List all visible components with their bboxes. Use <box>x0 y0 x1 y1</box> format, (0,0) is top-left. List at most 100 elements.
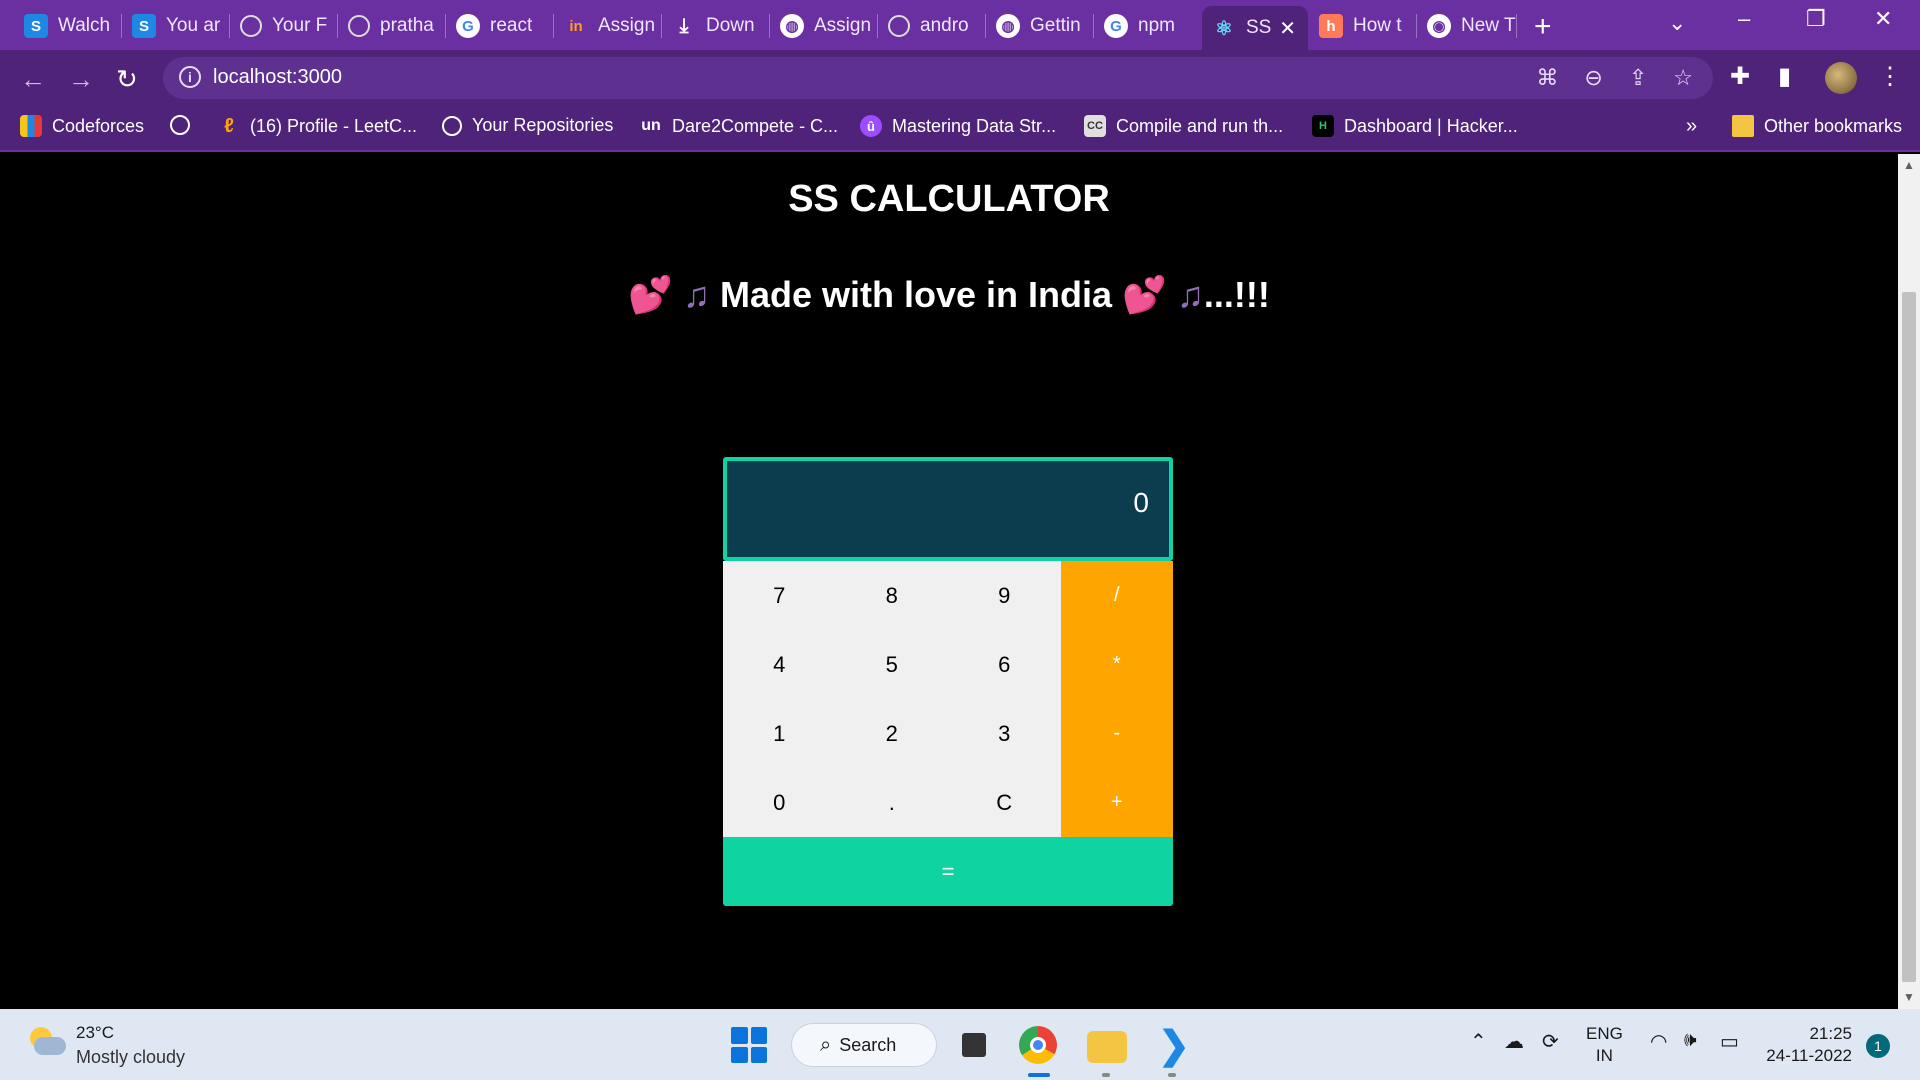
bookmark-compile-run[interactable]: CC Compile and run th... <box>1084 115 1283 137</box>
weather-temp[interactable]: 23°C <box>76 1023 114 1043</box>
tab-3[interactable]: pratha <box>338 8 446 44</box>
volume-icon[interactable]: 🕪 <box>1684 1029 1697 1052</box>
translate-icon[interactable]: ⌘ <box>1536 65 1558 91</box>
onedrive-icon[interactable]: ☁ <box>1504 1029 1524 1054</box>
tab-12[interactable]: h How t <box>1309 8 1417 44</box>
tab-5[interactable]: in Assign <box>554 8 662 44</box>
bookmark-star-icon[interactable]: ☆ <box>1673 65 1693 91</box>
taskbar-search[interactable]: ⌕ Search <box>791 1023 937 1067</box>
task-view-icon[interactable] <box>956 1025 996 1065</box>
key-add[interactable]: + <box>1060 768 1173 837</box>
react-icon: ⚛ <box>1215 17 1233 40</box>
s-icon: S <box>24 14 48 38</box>
url-text[interactable]: localhost:3000 <box>213 66 342 89</box>
vscode-running-indicator <box>1168 1073 1176 1077</box>
forward-button[interactable]: → <box>68 64 94 95</box>
display-value: 0 <box>1133 487 1149 518</box>
close-window-button[interactable]: ✕ <box>1874 6 1892 32</box>
key-7[interactable]: 7 <box>723 561 836 630</box>
github-icon <box>170 115 190 135</box>
bookmark-mastering-ds[interactable]: û Mastering Data Str... <box>860 115 1056 137</box>
vertical-scrollbar[interactable]: ▲ ▼ <box>1898 154 1920 1009</box>
tab-4[interactable]: Greact <box>446 8 554 44</box>
new-tab-button[interactable]: + <box>1534 10 1552 44</box>
restore-button[interactable]: ❐ <box>1806 6 1826 32</box>
tray-overflow-icon[interactable]: ⌃ <box>1470 1029 1487 1054</box>
side-panel-icon[interactable]: ▮ <box>1778 62 1791 91</box>
key-5[interactable]: 5 <box>835 630 948 699</box>
key-4[interactable]: 4 <box>723 630 836 699</box>
chrome-taskbar-icon[interactable] <box>1019 1026 1057 1064</box>
start-button[interactable] <box>731 1027 767 1063</box>
equals-button[interactable]: = <box>723 837 1173 906</box>
scroll-up-icon[interactable]: ▲ <box>1903 158 1915 172</box>
profile-avatar[interactable] <box>1825 62 1857 94</box>
tab-11-active[interactable]: ⚛ SS ✕ <box>1202 6 1308 50</box>
tab-10[interactable]: Gnpm <box>1094 8 1202 44</box>
tab-search-icon[interactable]: ⌄ <box>1668 10 1686 36</box>
key-1[interactable]: 1 <box>723 699 836 768</box>
hearts-icon: 💕 <box>628 274 673 315</box>
tab-13[interactable]: ◉ New T <box>1417 8 1517 44</box>
hubspot-icon: h <box>1319 14 1343 38</box>
vscode-icon[interactable] <box>1152 1023 1192 1068</box>
bookmark-repositories[interactable]: Your Repositories <box>442 115 613 136</box>
battery-icon[interactable]: ▭ <box>1720 1029 1739 1054</box>
close-tab-icon[interactable]: ✕ <box>1279 16 1296 41</box>
tab-1[interactable]: S You ar <box>122 8 230 44</box>
key-subtract[interactable]: - <box>1060 699 1173 768</box>
key-8[interactable]: 8 <box>835 561 948 630</box>
tab-strip: S Walch S You ar Your F pratha Greact in As… <box>0 0 1920 50</box>
bookmarks-bar: Codeforces ℓ (16) Profile - LeetC... Your… <box>0 106 1920 152</box>
tab-7[interactable]: ◍ Assign <box>770 8 878 44</box>
minimize-button[interactable]: – <box>1738 6 1750 32</box>
key-6[interactable]: 6 <box>948 630 1061 699</box>
folder-icon <box>1732 115 1754 137</box>
key-divide[interactable]: / <box>1060 561 1173 630</box>
key-2[interactable]: 2 <box>835 699 948 768</box>
bookmark-github[interactable] <box>170 115 200 135</box>
sync-icon[interactable]: ⟳ <box>1542 1029 1559 1054</box>
clock[interactable]: 21:25 24-11-2022 <box>1766 1023 1852 1067</box>
share-icon[interactable]: ⇪ <box>1629 65 1647 91</box>
key-clear[interactable]: C <box>948 768 1061 837</box>
leetcode-icon: ℓ <box>224 114 234 137</box>
menu-icon[interactable]: ⋮ <box>1878 62 1902 91</box>
wifi-icon[interactable]: ◠ <box>1650 1029 1667 1054</box>
tab-0[interactable]: S Walch <box>14 8 122 44</box>
address-bar[interactable]: i localhost:3000 ⌘ ⊖ ⇪ ☆ <box>163 57 1713 99</box>
zoom-icon[interactable]: ⊖ <box>1584 65 1602 91</box>
scrollbar-thumb[interactable] <box>1902 292 1916 982</box>
key-0[interactable]: 0 <box>723 768 836 837</box>
explorer-running-indicator <box>1102 1073 1110 1077</box>
browser-toolbar: ← → ↻ i localhost:3000 ⌘ ⊖ ⇪ ☆ ✚ ▮ ⋮ <box>0 50 1920 106</box>
tab-8[interactable]: andro <box>878 8 986 44</box>
google-icon: G <box>456 14 480 38</box>
key-9[interactable]: 9 <box>948 561 1061 630</box>
reload-button[interactable]: ↻ <box>116 64 138 95</box>
other-bookmarks-folder[interactable]: Other bookmarks <box>1732 115 1902 137</box>
tab-2[interactable]: Your F <box>230 8 338 44</box>
bookmark-codeforces[interactable]: Codeforces <box>20 115 144 137</box>
language-indicator[interactable]: ENG IN <box>1586 1023 1623 1067</box>
scroll-down-icon[interactable]: ▼ <box>1903 990 1915 1004</box>
key-multiply[interactable]: * <box>1060 630 1173 699</box>
info-icon[interactable]: i <box>179 66 201 88</box>
search-icon: ⌕ <box>820 1033 832 1056</box>
bookmark-hackerrank[interactable]: H Dashboard | Hacker... <box>1312 115 1518 137</box>
notification-badge[interactable]: 1 <box>1866 1034 1890 1058</box>
bookmark-dare2compete[interactable]: un Dare2Compete - C... <box>640 115 838 137</box>
weather-cloudy-icon[interactable] <box>26 1027 66 1059</box>
weather-desc[interactable]: Mostly cloudy <box>76 1047 185 1068</box>
key-decimal[interactable]: . <box>835 768 948 837</box>
github-icon <box>888 15 910 37</box>
bookmarks-overflow-button[interactable]: » <box>1686 115 1697 138</box>
file-explorer-icon[interactable] <box>1087 1031 1127 1063</box>
bookmark-leetcode[interactable]: ℓ (16) Profile - LeetC... <box>218 115 417 137</box>
tab-6[interactable]: ⤓ Down <box>662 8 770 44</box>
back-button[interactable]: ← <box>20 64 46 95</box>
tab-9[interactable]: ◍ Gettin <box>986 8 1094 44</box>
chrome-icon: ◉ <box>1427 14 1451 38</box>
key-3[interactable]: 3 <box>948 699 1061 768</box>
extensions-icon[interactable]: ✚ <box>1730 62 1750 91</box>
